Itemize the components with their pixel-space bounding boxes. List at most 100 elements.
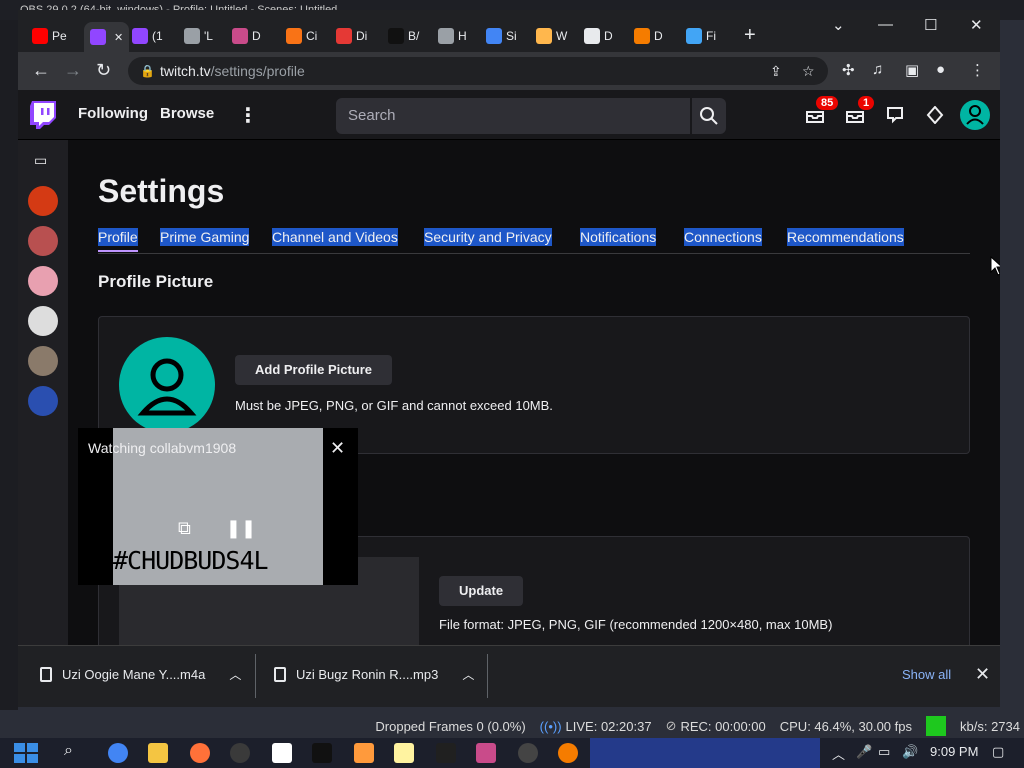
tab-title: Di: [356, 29, 368, 43]
browser-tab[interactable]: B/: [388, 24, 419, 48]
browser-tab[interactable]: Si: [486, 24, 517, 48]
close-downloads-icon[interactable]: ✕: [975, 664, 990, 685]
stream-overlay-text: #CHUDBUDS4L: [113, 546, 269, 575]
minimize-icon[interactable]: —: [878, 16, 893, 33]
channel-avatar[interactable]: [28, 226, 58, 256]
channel-avatar[interactable]: [28, 186, 58, 216]
tab-channel-and-videos[interactable]: Channel and Videos: [272, 228, 398, 246]
notification-center-icon[interactable]: ▢: [992, 744, 1004, 760]
user-avatar[interactable]: [960, 100, 990, 130]
browser-tab[interactable]: (1: [132, 24, 163, 48]
browser-tab[interactable]: D: [232, 24, 261, 48]
channel-avatar[interactable]: [28, 266, 58, 296]
back-icon[interactable]: ←: [32, 60, 50, 81]
search-button[interactable]: [690, 98, 726, 134]
channel-avatar[interactable]: [28, 346, 58, 376]
chevron-up-icon[interactable]: ︿: [462, 666, 474, 683]
download-icon: [584, 28, 600, 44]
broadcast-icon: ((•)): [539, 718, 562, 734]
browser-tab[interactable]: ✕: [84, 22, 130, 52]
channel-avatar[interactable]: [28, 386, 58, 416]
following-link[interactable]: Following: [78, 105, 148, 122]
twitch-sidebar: ▭: [18, 140, 68, 645]
volume-icon[interactable]: 🔊: [902, 744, 918, 760]
reload-icon[interactable]: ↻: [96, 60, 111, 81]
file-explorer-icon[interactable]: [148, 743, 168, 763]
search-icon[interactable]: ⌕: [64, 742, 73, 760]
twitch-logo-icon[interactable]: [30, 101, 56, 129]
windows-start-icon[interactable]: [10, 741, 44, 765]
search-input[interactable]: Search: [336, 98, 690, 134]
add-profile-picture-button[interactable]: Add Profile Picture: [235, 355, 393, 385]
pause-icon[interactable]: ❚❚: [226, 518, 256, 538]
tab-title: H: [458, 29, 467, 43]
browser-tab[interactable]: D: [634, 24, 663, 48]
tab-notifications[interactable]: Notifications: [580, 228, 657, 246]
browser-tab[interactable]: Di: [336, 24, 367, 48]
terminal-icon[interactable]: [312, 743, 332, 763]
media-control-icon[interactable]: ♫: [872, 61, 883, 78]
close-window-icon[interactable]: ✕: [970, 16, 983, 34]
browser-tab[interactable]: Ci: [286, 24, 317, 48]
notifications-button[interactable]: 1: [846, 96, 875, 126]
7zip-icon[interactable]: [436, 743, 456, 763]
bits-button[interactable]: [926, 105, 946, 126]
chrome-app-icon[interactable]: [108, 743, 128, 763]
app-icon[interactable]: [354, 743, 374, 763]
mini-player[interactable]: Watching collabvm1908 ✕ ⧉ ❚❚ #CHUDBUDS4L: [78, 428, 358, 585]
chevron-up-icon[interactable]: ︿: [229, 666, 241, 683]
notepad-icon[interactable]: [394, 743, 414, 763]
microphone-icon[interactable]: 🎤: [856, 744, 872, 760]
clock[interactable]: 9:09 PM: [930, 744, 978, 759]
stream-health-icon: [926, 716, 946, 736]
browser-tab[interactable]: Fi: [686, 24, 716, 48]
chrome-menu-icon[interactable]: ⋮: [970, 61, 985, 79]
download-item[interactable]: Uzi Oogie Mane Y....m4a ︿: [40, 666, 241, 683]
app-icon[interactable]: [272, 743, 292, 763]
tab-connections[interactable]: Connections: [684, 228, 762, 246]
download-item[interactable]: Uzi Bugz Ronin R....mp3 ︿: [274, 666, 474, 683]
new-tab-icon[interactable]: +: [744, 24, 756, 47]
side-panel-icon[interactable]: ▣: [905, 61, 919, 79]
tab-security-and-privacy[interactable]: Security and Privacy: [424, 228, 552, 246]
tab-search-icon[interactable]: ⌄: [832, 16, 845, 34]
close-icon[interactable]: ✕: [330, 438, 345, 459]
tab-prime-gaming[interactable]: Prime Gaming: [160, 228, 250, 246]
maximize-icon[interactable]: ☐: [924, 16, 937, 34]
browser-tab[interactable]: W: [536, 24, 567, 48]
share-icon[interactable]: ⇪: [770, 57, 782, 85]
media-player-icon[interactable]: [518, 743, 538, 763]
close-tab-icon[interactable]: ✕: [114, 31, 123, 44]
whispers-button[interactable]: 85: [806, 96, 839, 126]
chevron-up-icon[interactable]: ︿: [832, 744, 845, 763]
forward-icon[interactable]: →: [64, 60, 82, 81]
obs-icon[interactable]: [230, 743, 250, 763]
app-icon[interactable]: [476, 743, 496, 763]
whispers-chat-button[interactable]: [886, 106, 906, 126]
firefox-icon[interactable]: [190, 743, 210, 763]
browser-tab[interactable]: H: [438, 24, 467, 48]
browser-tab[interactable]: Pe: [32, 24, 67, 48]
show-all-button[interactable]: Show all: [902, 667, 951, 682]
dark-logo-icon: [388, 28, 404, 44]
network-icon[interactable]: ▭: [878, 744, 890, 760]
bits-diamond-icon: [926, 105, 944, 125]
user-silhouette-icon: [966, 105, 984, 125]
update-banner-button[interactable]: Update: [439, 576, 524, 606]
address-bar[interactable]: 🔒 twitch.tv/settings/profile ⇪ ☆: [128, 57, 828, 85]
expand-icon[interactable]: ⧉: [178, 518, 191, 538]
browser-tab[interactable]: D: [584, 24, 613, 48]
tab-profile[interactable]: Profile: [98, 228, 138, 252]
camera-icon[interactable]: ▭: [34, 152, 47, 169]
bookmark-star-icon[interactable]: ☆: [802, 57, 815, 85]
tab-recommendations[interactable]: Recommendations: [787, 228, 904, 246]
channel-avatar[interactable]: [28, 306, 58, 336]
windows-taskbar: ⌕ ︿ 🎤 ▭ 🔊 9:09 PM ▢: [0, 738, 1024, 768]
obs-right-panel: [1000, 20, 1024, 710]
browser-tab[interactable]: 'L: [184, 24, 213, 48]
profile-icon[interactable]: ●: [936, 61, 945, 78]
app-icon[interactable]: [558, 743, 578, 763]
browse-link[interactable]: Browse: [160, 105, 214, 122]
extensions-icon[interactable]: ✣: [842, 61, 855, 79]
more-menu-icon[interactable]: ⋮: [238, 103, 258, 128]
